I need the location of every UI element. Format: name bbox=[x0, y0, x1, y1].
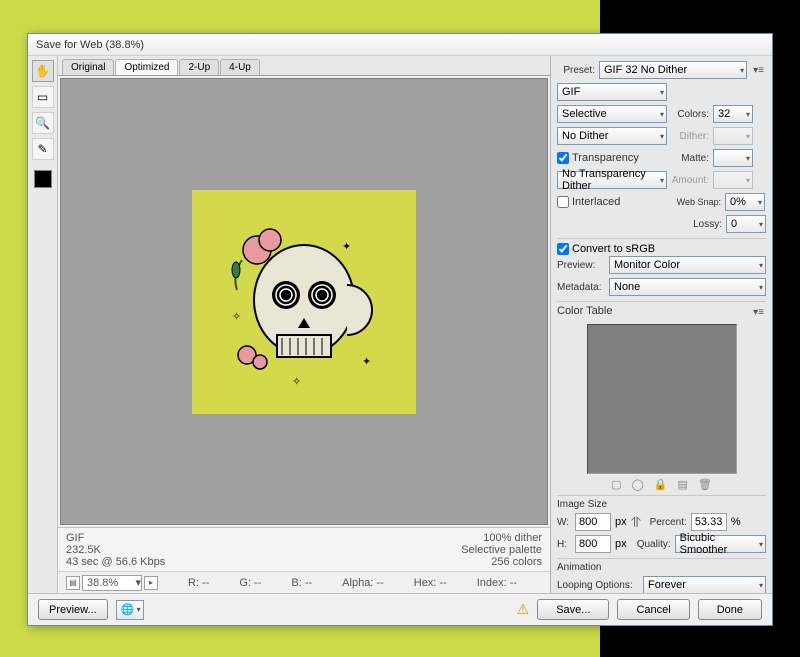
titlebar[interactable]: Save for Web (38.8%) bbox=[28, 34, 772, 56]
looping-dropdown[interactable]: Forever bbox=[643, 576, 766, 593]
cancel-button[interactable]: Cancel bbox=[617, 599, 689, 620]
ct-icon-1[interactable]: ▢ bbox=[611, 478, 621, 491]
svg-text:✦: ✦ bbox=[342, 241, 351, 253]
readout-index: Index: -- bbox=[477, 577, 517, 589]
zoom-select[interactable]: 38.8%▾ bbox=[82, 575, 142, 591]
ct-icon-2[interactable]: ◯ bbox=[632, 478, 644, 491]
tab-original[interactable]: Original bbox=[62, 59, 114, 75]
preview-dropdown[interactable]: Monitor Color bbox=[609, 256, 766, 274]
quality-label: Quality: bbox=[631, 539, 671, 550]
format-dropdown[interactable]: GIF bbox=[557, 83, 667, 101]
metadata-label: Metadata: bbox=[557, 282, 605, 293]
lossy-dropdown[interactable]: 0 bbox=[726, 215, 766, 233]
info-dither: 100% dither bbox=[461, 532, 542, 544]
color-table-menu-icon[interactable]: ▾≡ bbox=[751, 305, 766, 320]
tab-2up[interactable]: 2-Up bbox=[179, 59, 219, 75]
readout-alpha: Alpha: -- bbox=[342, 577, 384, 589]
preview-label: Preview: bbox=[557, 260, 605, 271]
zoom-readout-bar: ▤ 38.8%▾ ▸ R: -- G: -- B: -- Alpha: -- H… bbox=[58, 571, 550, 593]
info-format: GIF bbox=[66, 532, 165, 544]
dialog-footer: Preview... 🌐 ⚠ Save... Cancel Done bbox=[28, 593, 772, 625]
zoom-plus-icon[interactable]: ▸ bbox=[144, 576, 158, 590]
interlaced-checkbox[interactable]: Interlaced bbox=[557, 196, 667, 208]
tool-palette: ✋ ▭ 🔍 ✎ bbox=[28, 56, 58, 593]
preview-pane: Original Optimized 2-Up 4-Up bbox=[58, 56, 550, 593]
eyedropper-tool-icon[interactable]: ✎ bbox=[32, 138, 54, 160]
browser-preview-dropdown[interactable]: 🌐 bbox=[116, 600, 144, 620]
dither-label: Dither: bbox=[671, 131, 709, 142]
reduction-dropdown[interactable]: Selective bbox=[557, 105, 667, 123]
w-unit: px bbox=[615, 516, 627, 528]
info-bar: GIF 232.5K 43 sec @ 56.6 Kbps 100% dithe… bbox=[58, 527, 550, 571]
dither-amount-dropdown bbox=[713, 127, 753, 145]
window-title: Save for Web (38.8%) bbox=[36, 39, 144, 51]
height-input[interactable]: 800 bbox=[575, 535, 611, 553]
trans-dither-dropdown[interactable]: No Transparency Dither bbox=[557, 171, 667, 189]
dither-algo-dropdown[interactable]: No Dither bbox=[557, 127, 667, 145]
looping-label: Looping Options: bbox=[557, 580, 639, 591]
svg-text:✧: ✧ bbox=[232, 311, 241, 323]
h-label: H: bbox=[557, 539, 571, 550]
animation-header: Animation bbox=[557, 558, 766, 573]
preset-menu-icon[interactable]: ▾≡ bbox=[751, 63, 766, 78]
ct-trash-icon[interactable]: 🗑 bbox=[698, 478, 712, 491]
websnap-label: Web Snap: bbox=[671, 197, 721, 207]
info-size: 232.5K bbox=[66, 544, 165, 556]
view-tabs: Original Optimized 2-Up 4-Up bbox=[58, 56, 550, 76]
skull-image: ✦ ✧ ✦ ✧ bbox=[192, 190, 416, 414]
save-for-web-dialog: Save for Web (38.8%) ✋ ▭ 🔍 ✎ Original Op… bbox=[27, 33, 773, 626]
matte-label: Matte: bbox=[671, 153, 709, 164]
readout-r: R: -- bbox=[188, 577, 209, 589]
readout-hex: Hex: -- bbox=[414, 577, 447, 589]
warning-icon: ⚠ bbox=[517, 601, 530, 618]
slice-tool-icon[interactable]: ▭ bbox=[32, 86, 54, 108]
settings-panel: Preset: GIF 32 No Dither ▾≡ GIF Selectiv… bbox=[550, 56, 772, 593]
ct-new-icon[interactable]: ▤ bbox=[678, 478, 688, 491]
percent-input[interactable]: 53.33 bbox=[691, 513, 727, 531]
zoom-tool-icon[interactable]: 🔍 bbox=[32, 112, 54, 134]
convert-srgb-checkbox[interactable]: Convert to sRGB bbox=[557, 243, 766, 255]
preset-label: Preset: bbox=[557, 65, 595, 76]
color-swatch[interactable] bbox=[34, 170, 52, 188]
colors-dropdown[interactable]: 32 bbox=[713, 105, 753, 123]
image-size-header: Image Size bbox=[557, 495, 766, 510]
info-palette: Selective palette bbox=[461, 544, 542, 556]
preview-button[interactable]: Preview... bbox=[38, 599, 108, 620]
readout-g: G: -- bbox=[239, 577, 261, 589]
width-input[interactable]: 800 bbox=[575, 513, 611, 531]
percent-label: Percent: bbox=[645, 517, 687, 528]
link-icon[interactable]: ⥣ bbox=[631, 514, 641, 531]
percent-unit: % bbox=[731, 516, 741, 528]
preset-dropdown[interactable]: GIF 32 No Dither bbox=[599, 61, 747, 79]
h-unit: px bbox=[615, 538, 627, 550]
info-time: 43 sec @ 56.6 Kbps bbox=[66, 556, 165, 568]
websnap-dropdown[interactable]: 0% bbox=[725, 193, 765, 211]
amount-label: Amount: bbox=[671, 175, 709, 186]
ct-lock-icon[interactable]: 🔒 bbox=[654, 478, 668, 491]
tab-optimized[interactable]: Optimized bbox=[115, 59, 178, 75]
quality-dropdown[interactable]: Bicubic Smoother bbox=[675, 535, 766, 553]
metadata-dropdown[interactable]: None bbox=[609, 278, 766, 296]
amount-dropdown bbox=[713, 171, 753, 189]
colors-label: Colors: bbox=[671, 109, 709, 120]
readout-b: B: -- bbox=[291, 577, 312, 589]
color-table[interactable] bbox=[587, 324, 737, 474]
save-button[interactable]: Save... bbox=[537, 599, 609, 620]
artwork-preview: ✦ ✧ ✦ ✧ bbox=[192, 190, 416, 414]
lossy-label: Lossy: bbox=[684, 219, 722, 230]
done-button[interactable]: Done bbox=[698, 599, 762, 620]
color-table-header: Color Table bbox=[557, 305, 612, 320]
svg-text:✦: ✦ bbox=[362, 356, 371, 368]
canvas[interactable]: ✦ ✧ ✦ ✧ bbox=[60, 78, 548, 525]
svg-text:✧: ✧ bbox=[292, 376, 301, 388]
matte-dropdown[interactable] bbox=[713, 149, 753, 167]
color-table-icon-row: ▢ ◯ 🔒 ▤ 🗑 bbox=[557, 478, 766, 491]
hand-tool-icon[interactable]: ✋ bbox=[32, 60, 54, 82]
tab-4up[interactable]: 4-Up bbox=[220, 59, 260, 75]
info-colors: 256 colors bbox=[461, 556, 542, 568]
zoom-minus-icon[interactable]: ▤ bbox=[66, 576, 80, 590]
w-label: W: bbox=[557, 517, 571, 528]
transparency-checkbox[interactable]: Transparency bbox=[557, 152, 667, 164]
